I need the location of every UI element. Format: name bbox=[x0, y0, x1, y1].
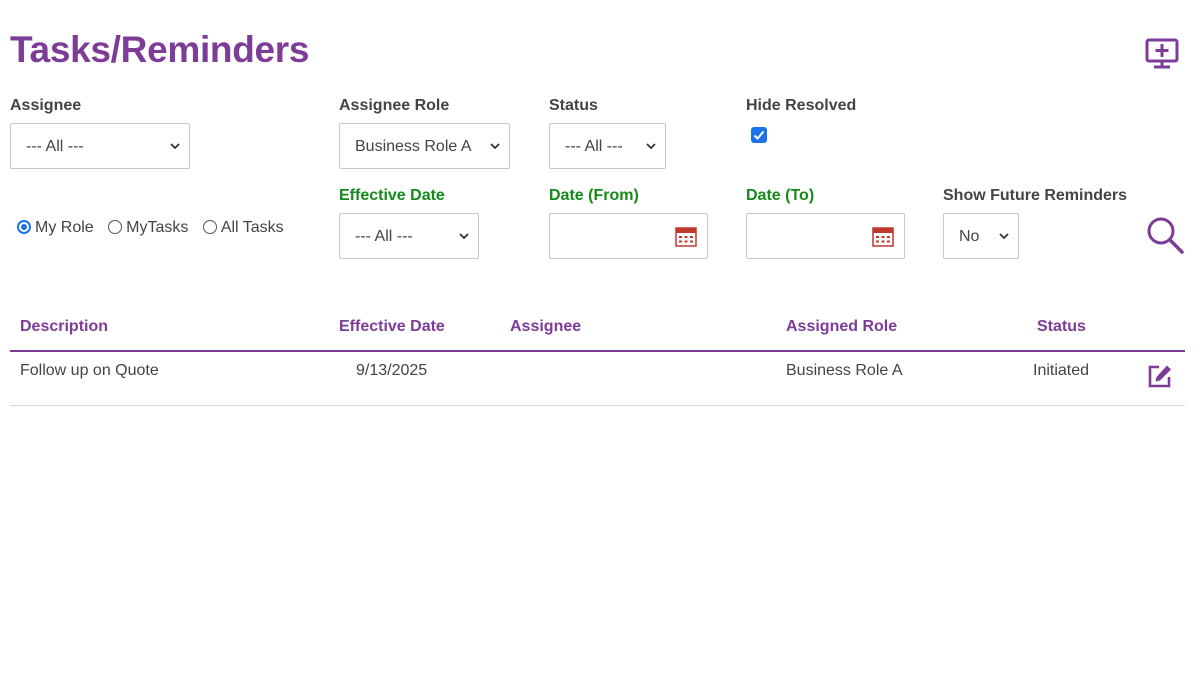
radio-label: MyTasks bbox=[126, 219, 189, 236]
cell-assigned-role: Business Role A bbox=[786, 362, 903, 379]
column-header-effective-date[interactable]: Effective Date bbox=[339, 317, 445, 337]
date-from-label: Date (From) bbox=[549, 187, 639, 204]
show-future-label: Show Future Reminders bbox=[943, 187, 1128, 204]
effective-date-select-value: --- All --- bbox=[355, 228, 413, 245]
add-task-button[interactable] bbox=[1145, 38, 1179, 70]
assignee-select[interactable]: --- All --- bbox=[10, 123, 190, 169]
cell-effective-date: 9/13/2025 bbox=[356, 362, 428, 379]
radio-my-tasks[interactable]: MyTasks bbox=[108, 218, 188, 238]
chevron-down-icon bbox=[999, 233, 1009, 240]
date-to-label: Date (To) bbox=[746, 187, 815, 204]
checkmark-icon bbox=[753, 130, 765, 140]
search-icon bbox=[1147, 217, 1184, 254]
edit-row-button[interactable] bbox=[1147, 363, 1173, 389]
column-header-assignee[interactable]: Assignee bbox=[510, 317, 581, 337]
radio-my-role[interactable]: My Role bbox=[17, 218, 94, 238]
column-header-status[interactable]: Status bbox=[1037, 317, 1086, 337]
chevron-down-icon bbox=[459, 233, 469, 240]
status-select-value: --- All --- bbox=[565, 138, 623, 155]
cell-description: Follow up on Quote bbox=[20, 362, 159, 379]
add-screen-icon bbox=[1145, 38, 1179, 69]
show-future-select[interactable]: No bbox=[943, 213, 1019, 259]
chevron-down-icon bbox=[170, 143, 180, 150]
date-from-input[interactable] bbox=[549, 213, 708, 259]
edit-icon bbox=[1148, 365, 1171, 388]
date-to-input[interactable] bbox=[746, 213, 905, 259]
cell-status: Initiated bbox=[1033, 362, 1090, 379]
page-title: Tasks/Reminders bbox=[10, 29, 310, 70]
assignee-role-label: Assignee Role bbox=[339, 97, 450, 114]
radio-label: All Tasks bbox=[220, 219, 284, 236]
assignee-label: Assignee bbox=[10, 97, 82, 114]
scope-radio-group: My Role MyTasks All Tasks bbox=[17, 218, 284, 238]
table-row-divider bbox=[10, 405, 1185, 406]
column-header-assigned-role[interactable]: Assigned Role bbox=[786, 317, 897, 337]
hide-resolved-label: Hide Resolved bbox=[746, 97, 857, 114]
hide-resolved-checkbox[interactable] bbox=[751, 127, 767, 143]
effective-date-select[interactable]: --- All --- bbox=[339, 213, 479, 259]
assignee-select-value: --- All --- bbox=[26, 138, 84, 155]
chevron-down-icon bbox=[646, 143, 656, 150]
radio-all-tasks[interactable]: All Tasks bbox=[202, 218, 284, 238]
calendar-icon[interactable] bbox=[872, 227, 894, 247]
chevron-down-icon bbox=[490, 143, 500, 150]
status-label: Status bbox=[549, 97, 598, 114]
table-header-divider bbox=[10, 350, 1185, 352]
calendar-icon[interactable] bbox=[675, 227, 697, 247]
effective-date-label: Effective Date bbox=[339, 187, 445, 204]
assignee-role-select[interactable]: Business Role A bbox=[339, 123, 510, 169]
radio-circle bbox=[108, 220, 123, 234]
assignee-role-select-value: Business Role A bbox=[355, 138, 472, 155]
search-button[interactable] bbox=[1145, 215, 1185, 255]
status-select[interactable]: --- All --- bbox=[549, 123, 666, 169]
radio-circle bbox=[202, 220, 217, 234]
show-future-select-value: No bbox=[959, 228, 980, 245]
radio-label: My Role bbox=[35, 219, 94, 236]
column-header-description[interactable]: Description bbox=[20, 317, 108, 337]
radio-circle bbox=[17, 220, 31, 234]
